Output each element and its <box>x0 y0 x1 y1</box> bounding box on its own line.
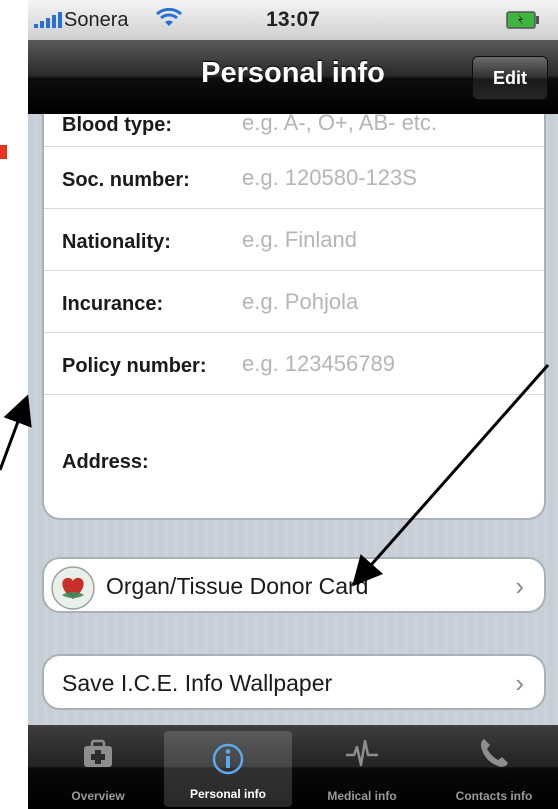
form-row-policy-number[interactable]: Policy number: e.g. 123456789 <box>44 332 544 394</box>
form-row-address[interactable]: Address: <box>44 394 544 518</box>
insurance-field[interactable]: e.g. Pohjola <box>242 289 358 315</box>
insurance-label: Incurance: <box>62 293 164 315</box>
tab-label-medical-info: Medical info <box>327 789 397 803</box>
nationality-field[interactable]: e.g. Finland <box>242 227 357 253</box>
tab-medical-info[interactable]: Medical info <box>296 725 428 809</box>
nationality-label: Nationality: <box>62 231 171 253</box>
form-row-nationality[interactable]: Nationality: e.g. Finland <box>44 208 544 270</box>
status-bar: Sonera 13:07 <box>28 0 558 40</box>
blood-type-label: Blood type: <box>62 114 172 136</box>
soc-number-label: Soc. number: <box>62 169 190 191</box>
annotation-mark <box>0 145 7 159</box>
phone-screen: Sonera 13:07 Blood type: e.g. A-, O+, AB… <box>28 0 558 809</box>
status-time: 13:07 <box>266 8 320 31</box>
donor-heart-icon <box>51 566 95 610</box>
address-label: Address: <box>62 451 149 473</box>
heartbeat-icon <box>346 739 378 767</box>
form-row-soc-number[interactable]: Soc. number: e.g. 120580-123S <box>44 146 544 208</box>
medkit-icon <box>84 739 112 767</box>
soc-number-field[interactable]: e.g. 120580-123S <box>242 165 417 191</box>
tab-overview[interactable]: Overview <box>32 725 164 809</box>
navigation-bar: Personal info Edit <box>28 40 558 114</box>
save-wallpaper-label: Save I.C.E. Info Wallpaper <box>62 670 333 696</box>
organ-donor-card-label: Organ/Tissue Donor Card <box>106 573 369 599</box>
policy-number-label: Policy number: <box>62 355 207 377</box>
tab-label-personal-info: Personal info <box>189 787 266 801</box>
personal-info-form: Blood type: e.g. A-, O+, AB- etc. Soc. n… <box>42 90 546 520</box>
battery-icon <box>506 11 539 29</box>
chevron-right-icon: › <box>515 668 524 698</box>
form-row-insurance[interactable]: Incurance: e.g. Pohjola <box>44 270 544 332</box>
chevron-right-icon: › <box>515 571 524 601</box>
policy-number-field[interactable]: e.g. 123456789 <box>242 351 395 377</box>
tab-personal-info[interactable]: Personal info <box>164 731 292 807</box>
save-wallpaper-row[interactable]: Save I.C.E. Info Wallpaper › <box>42 654 546 710</box>
organ-donor-card-row[interactable]: Organ/Tissue Donor Card › <box>42 557 546 613</box>
annotation-arrow-left <box>0 394 32 471</box>
tab-label-overview: Overview <box>71 789 125 803</box>
info-icon <box>212 743 244 775</box>
tab-label-contacts-info: Contacts info <box>455 789 533 803</box>
tab-bar: Overview Personal info Medical info Cont… <box>28 725 558 809</box>
edit-button[interactable]: Edit <box>472 56 548 100</box>
phone-icon <box>480 739 508 767</box>
tab-contacts-info[interactable]: Contacts info <box>428 725 558 809</box>
